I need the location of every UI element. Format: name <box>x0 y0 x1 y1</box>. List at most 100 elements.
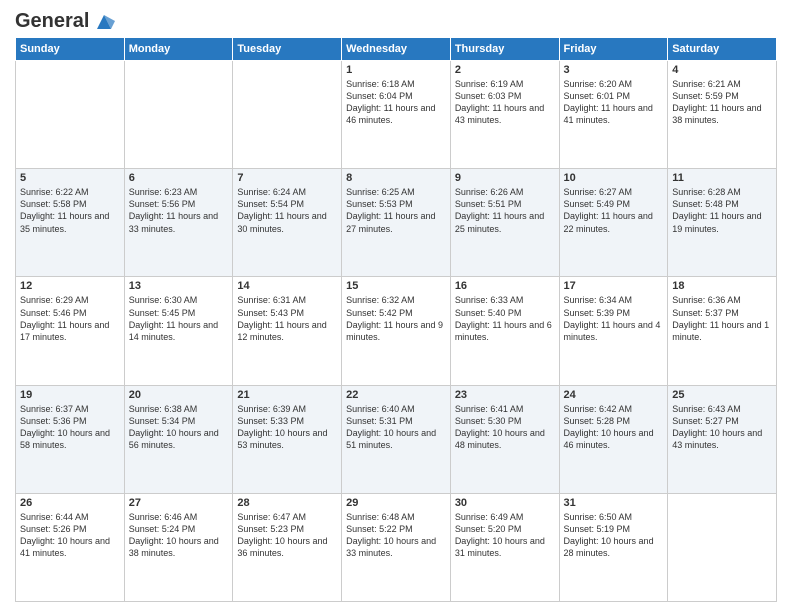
cell-info: Sunrise: 6:40 AM Sunset: 5:31 PM Dayligh… <box>346 403 446 452</box>
daylight-text: Daylight: 11 hours and 22 minutes. <box>564 210 664 234</box>
day-number: 24 <box>564 389 664 401</box>
cell-info: Sunrise: 6:20 AM Sunset: 6:01 PM Dayligh… <box>564 78 664 127</box>
sunset-text: Sunset: 5:34 PM <box>129 415 229 427</box>
calendar-cell: 29 Sunrise: 6:48 AM Sunset: 5:22 PM Dayl… <box>342 493 451 601</box>
sunrise-text: Sunrise: 6:48 AM <box>346 511 446 523</box>
day-number: 1 <box>346 64 446 76</box>
daylight-text: Daylight: 10 hours and 38 minutes. <box>129 535 229 559</box>
calendar-cell: 14 Sunrise: 6:31 AM Sunset: 5:43 PM Dayl… <box>233 277 342 385</box>
sunset-text: Sunset: 5:36 PM <box>20 415 120 427</box>
cell-info: Sunrise: 6:47 AM Sunset: 5:23 PM Dayligh… <box>237 511 337 560</box>
daylight-text: Daylight: 11 hours and 1 minute. <box>672 319 772 343</box>
cell-info: Sunrise: 6:31 AM Sunset: 5:43 PM Dayligh… <box>237 294 337 343</box>
weekday-header-saturday: Saturday <box>668 38 777 61</box>
sunset-text: Sunset: 5:40 PM <box>455 307 555 319</box>
cell-info: Sunrise: 6:18 AM Sunset: 6:04 PM Dayligh… <box>346 78 446 127</box>
sunrise-text: Sunrise: 6:30 AM <box>129 294 229 306</box>
calendar-cell <box>233 61 342 169</box>
calendar-cell: 4 Sunrise: 6:21 AM Sunset: 5:59 PM Dayli… <box>668 61 777 169</box>
day-number: 6 <box>129 172 229 184</box>
daylight-text: Daylight: 11 hours and 14 minutes. <box>129 319 229 343</box>
calendar-cell: 7 Sunrise: 6:24 AM Sunset: 5:54 PM Dayli… <box>233 169 342 277</box>
sunset-text: Sunset: 5:33 PM <box>237 415 337 427</box>
sunset-text: Sunset: 5:28 PM <box>564 415 664 427</box>
cell-info: Sunrise: 6:42 AM Sunset: 5:28 PM Dayligh… <box>564 403 664 452</box>
cell-info: Sunrise: 6:23 AM Sunset: 5:56 PM Dayligh… <box>129 186 229 235</box>
day-number: 16 <box>455 280 555 292</box>
daylight-text: Daylight: 11 hours and 6 minutes. <box>455 319 555 343</box>
sunrise-text: Sunrise: 6:29 AM <box>20 294 120 306</box>
logo: General <box>15 10 115 29</box>
sunset-text: Sunset: 5:31 PM <box>346 415 446 427</box>
calendar-cell: 10 Sunrise: 6:27 AM Sunset: 5:49 PM Dayl… <box>559 169 668 277</box>
calendar-cell: 1 Sunrise: 6:18 AM Sunset: 6:04 PM Dayli… <box>342 61 451 169</box>
sunset-text: Sunset: 5:19 PM <box>564 523 664 535</box>
sunrise-text: Sunrise: 6:24 AM <box>237 186 337 198</box>
day-number: 20 <box>129 389 229 401</box>
calendar-cell: 24 Sunrise: 6:42 AM Sunset: 5:28 PM Dayl… <box>559 385 668 493</box>
sunrise-text: Sunrise: 6:18 AM <box>346 78 446 90</box>
sunset-text: Sunset: 5:37 PM <box>672 307 772 319</box>
weekday-header-monday: Monday <box>124 38 233 61</box>
calendar-cell: 19 Sunrise: 6:37 AM Sunset: 5:36 PM Dayl… <box>16 385 125 493</box>
sunset-text: Sunset: 5:22 PM <box>346 523 446 535</box>
day-number: 2 <box>455 64 555 76</box>
day-number: 8 <box>346 172 446 184</box>
sunset-text: Sunset: 5:51 PM <box>455 198 555 210</box>
cell-info: Sunrise: 6:44 AM Sunset: 5:26 PM Dayligh… <box>20 511 120 560</box>
day-number: 29 <box>346 497 446 509</box>
sunset-text: Sunset: 5:27 PM <box>672 415 772 427</box>
calendar-cell: 23 Sunrise: 6:41 AM Sunset: 5:30 PM Dayl… <box>450 385 559 493</box>
calendar-cell: 8 Sunrise: 6:25 AM Sunset: 5:53 PM Dayli… <box>342 169 451 277</box>
sunset-text: Sunset: 5:59 PM <box>672 90 772 102</box>
day-number: 17 <box>564 280 664 292</box>
calendar-cell: 12 Sunrise: 6:29 AM Sunset: 5:46 PM Dayl… <box>16 277 125 385</box>
week-row-4: 19 Sunrise: 6:37 AM Sunset: 5:36 PM Dayl… <box>16 385 777 493</box>
cell-info: Sunrise: 6:22 AM Sunset: 5:58 PM Dayligh… <box>20 186 120 235</box>
cell-info: Sunrise: 6:43 AM Sunset: 5:27 PM Dayligh… <box>672 403 772 452</box>
sunset-text: Sunset: 6:04 PM <box>346 90 446 102</box>
calendar-cell: 17 Sunrise: 6:34 AM Sunset: 5:39 PM Dayl… <box>559 277 668 385</box>
calendar-cell: 25 Sunrise: 6:43 AM Sunset: 5:27 PM Dayl… <box>668 385 777 493</box>
sunrise-text: Sunrise: 6:28 AM <box>672 186 772 198</box>
sunrise-text: Sunrise: 6:31 AM <box>237 294 337 306</box>
cell-info: Sunrise: 6:32 AM Sunset: 5:42 PM Dayligh… <box>346 294 446 343</box>
calendar-cell: 31 Sunrise: 6:50 AM Sunset: 5:19 PM Dayl… <box>559 493 668 601</box>
day-number: 23 <box>455 389 555 401</box>
week-row-2: 5 Sunrise: 6:22 AM Sunset: 5:58 PM Dayli… <box>16 169 777 277</box>
daylight-text: Daylight: 11 hours and 27 minutes. <box>346 210 446 234</box>
day-number: 26 <box>20 497 120 509</box>
calendar-cell: 11 Sunrise: 6:28 AM Sunset: 5:48 PM Dayl… <box>668 169 777 277</box>
logo-general-text: General <box>15 10 89 33</box>
day-number: 5 <box>20 172 120 184</box>
sunrise-text: Sunrise: 6:41 AM <box>455 403 555 415</box>
sunrise-text: Sunrise: 6:38 AM <box>129 403 229 415</box>
calendar-cell <box>124 61 233 169</box>
day-number: 22 <box>346 389 446 401</box>
sunrise-text: Sunrise: 6:27 AM <box>564 186 664 198</box>
cell-info: Sunrise: 6:48 AM Sunset: 5:22 PM Dayligh… <box>346 511 446 560</box>
daylight-text: Daylight: 11 hours and 38 minutes. <box>672 102 772 126</box>
cell-info: Sunrise: 6:49 AM Sunset: 5:20 PM Dayligh… <box>455 511 555 560</box>
day-number: 14 <box>237 280 337 292</box>
cell-info: Sunrise: 6:24 AM Sunset: 5:54 PM Dayligh… <box>237 186 337 235</box>
day-number: 18 <box>672 280 772 292</box>
sunrise-text: Sunrise: 6:50 AM <box>564 511 664 523</box>
weekday-header-friday: Friday <box>559 38 668 61</box>
calendar-cell: 15 Sunrise: 6:32 AM Sunset: 5:42 PM Dayl… <box>342 277 451 385</box>
sunrise-text: Sunrise: 6:42 AM <box>564 403 664 415</box>
week-row-5: 26 Sunrise: 6:44 AM Sunset: 5:26 PM Dayl… <box>16 493 777 601</box>
sunset-text: Sunset: 5:39 PM <box>564 307 664 319</box>
cell-info: Sunrise: 6:30 AM Sunset: 5:45 PM Dayligh… <box>129 294 229 343</box>
sunset-text: Sunset: 5:46 PM <box>20 307 120 319</box>
sunrise-text: Sunrise: 6:21 AM <box>672 78 772 90</box>
day-number: 3 <box>564 64 664 76</box>
daylight-text: Daylight: 10 hours and 51 minutes. <box>346 427 446 451</box>
day-number: 27 <box>129 497 229 509</box>
cell-info: Sunrise: 6:19 AM Sunset: 6:03 PM Dayligh… <box>455 78 555 127</box>
cell-info: Sunrise: 6:27 AM Sunset: 5:49 PM Dayligh… <box>564 186 664 235</box>
sunrise-text: Sunrise: 6:36 AM <box>672 294 772 306</box>
sunrise-text: Sunrise: 6:49 AM <box>455 511 555 523</box>
daylight-text: Daylight: 11 hours and 25 minutes. <box>455 210 555 234</box>
daylight-text: Daylight: 10 hours and 58 minutes. <box>20 427 120 451</box>
